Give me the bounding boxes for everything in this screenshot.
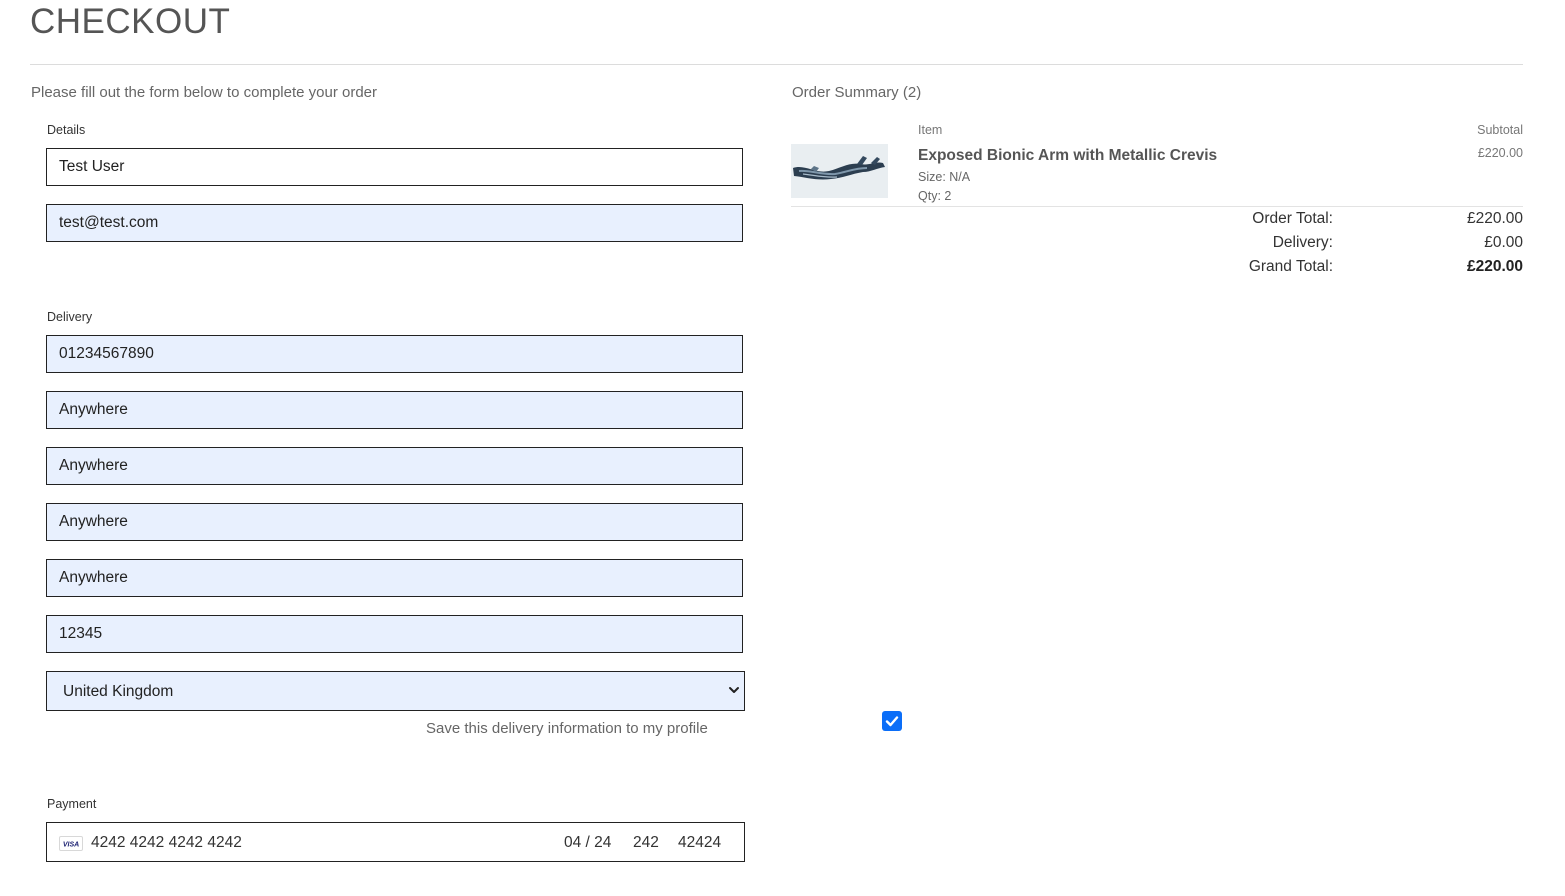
details-section-label: Details — [47, 123, 86, 137]
save-delivery-info-checkbox[interactable] — [882, 711, 902, 731]
order-total-label: Order Total: — [1252, 210, 1333, 227]
product-image[interactable] — [791, 144, 888, 198]
county-input[interactable] — [46, 559, 743, 597]
header-divider — [30, 64, 1523, 65]
email-input[interactable] — [46, 204, 743, 242]
product-size: Size: N/A — [918, 170, 971, 184]
grand-total-label: Grand Total: — [1248, 258, 1333, 275]
product-subtotal: £220.00 — [1477, 146, 1523, 160]
postcode-input[interactable] — [46, 615, 743, 653]
card-cvc-field[interactable]: 242 — [633, 834, 659, 852]
subtotal-column-header: Subtotal — [1477, 123, 1523, 137]
country-select-wrapper: United Kingdom — [46, 671, 745, 711]
country-select[interactable]: United Kingdom — [46, 671, 745, 711]
item-column-header: Item — [918, 123, 943, 137]
card-element[interactable]: VISA 4242 4242 4242 4242 04 / 24 242 424… — [46, 822, 745, 862]
card-number-field[interactable]: 4242 4242 4242 4242 — [91, 834, 242, 852]
page-title: CHECKOUT — [30, 2, 231, 41]
visa-card-brand: VISA — [63, 842, 79, 849]
address-line-1-input[interactable] — [46, 391, 743, 429]
product-name: Exposed Bionic Arm with Metallic Crevis — [918, 147, 1218, 164]
phone-number-input[interactable] — [46, 335, 743, 373]
checkmark-icon — [885, 716, 899, 727]
payment-section-label: Payment — [47, 797, 97, 811]
address-line-2-input[interactable] — [46, 447, 743, 485]
delivery-section-label: Delivery — [47, 310, 93, 324]
delivery-cost-label: Delivery: — [1272, 234, 1333, 251]
town-input[interactable] — [46, 503, 743, 541]
bionic-arm-image — [791, 144, 888, 198]
order-summary-title: Order Summary (2) — [792, 84, 922, 101]
order-total-value: £220.00 — [1466, 210, 1523, 227]
form-intro-text: Please fill out the form below to comple… — [31, 84, 378, 101]
visa-card-icon: VISA — [59, 836, 83, 851]
card-expiry-field[interactable]: 04 / 24 — [564, 834, 611, 852]
delivery-cost-value: £0.00 — [1484, 234, 1523, 251]
card-zip-field[interactable]: 42424 — [678, 834, 721, 852]
product-quantity: Qty: 2 — [918, 189, 952, 203]
save-delivery-info-label[interactable]: Save this delivery information to my pro… — [426, 720, 708, 737]
summary-divider — [791, 206, 1523, 207]
chevron-down-icon — [729, 687, 739, 693]
grand-total-value: £220.00 — [1466, 258, 1523, 275]
full-name-input[interactable] — [46, 148, 743, 186]
